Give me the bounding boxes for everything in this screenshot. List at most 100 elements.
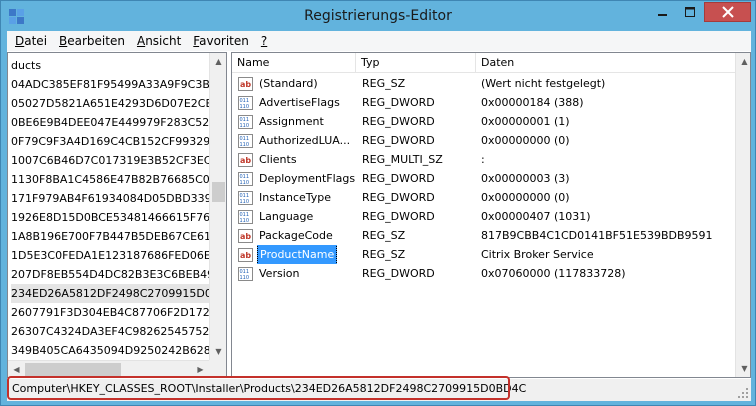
menu-item-bearbeiten[interactable]: Bearbeiten [59,34,125,48]
menu-item-datei[interactable]: Datei [15,34,47,48]
client-area: Datei Bearbeiten Ansicht Favoriten? ducts 04… [7,31,751,401]
minimize-button[interactable] [649,2,676,22]
column-header-type[interactable]: Typ [356,53,476,73]
tree-item[interactable]: 207DF8EB554D4DC82B3E3C6BEB49DF [11,265,209,284]
tree-item[interactable]: 171F979AB4F61934084D05DBD3399A [11,189,209,208]
value-name-cell[interactable]: ab ProductName [238,245,356,264]
binary-value-icon: 011 110 [238,171,253,186]
value-name-cell[interactable]: ab (Standard) [238,74,356,93]
menu-item-help[interactable]: ? [261,34,267,48]
scroll-down-icon[interactable]: ▼ [210,343,226,360]
tree-hscroll-thumb[interactable] [25,363,121,376]
list-scroll-down-icon[interactable]: ▼ [736,360,750,377]
svg-text:110: 110 [240,218,250,224]
tree-item[interactable]: 2607791F3D304EB4C87706F2D172FD7 [11,303,209,322]
value-type: REG_DWORD [362,172,435,185]
tree-vertical-scrollbar[interactable]: ▲ ▼ [209,53,226,360]
value-type: REG_SZ [362,77,406,90]
value-name-cell[interactable]: 011 110 AuthorizedLUA... [238,131,356,150]
values-list: ab (Standard) REG_SZ (Wert nicht festgelegt… [232,74,735,283]
value-row[interactable]: ab (Standard) REG_SZ (Wert nicht festgelegt… [232,74,735,93]
binary-value-icon: 011 110 [238,209,253,224]
path-highlight-box [7,376,510,400]
value-name: Version [259,267,300,280]
value-row[interactable]: ab Clients REG_MULTI_SZ: [232,150,735,169]
value-data: Citrix Broker Service [481,248,594,261]
tree-item[interactable]: 234ED26A5812DF2498C2709915D0BD [11,284,209,303]
value-data: 0x07060000 (117833728) [481,267,626,280]
value-type: REG_MULTI_SZ [362,153,443,166]
tree-item[interactable]: 1D5E3C0FEDA1E123187686FED06E995 [11,246,209,265]
list-vertical-scrollbar[interactable]: ▲ ▼ [735,53,750,377]
value-name-cell[interactable]: 011 110 InstanceType [238,188,356,207]
minimize-icon [657,14,667,16]
column-header-data[interactable]: Daten [476,53,735,73]
svg-text:110: 110 [240,199,250,205]
value-name-cell[interactable]: 011 110 Assignment [238,112,356,131]
value-type: REG_DWORD [362,267,435,280]
value-row[interactable]: 011 110 AuthorizedLUA... REG_DWORD 0x0000000… [232,131,735,150]
value-data: 0x00000003 (3) [481,172,570,185]
tree-item[interactable]: 0BE6E9B4DEE047E449979F283C52F41 [11,113,209,132]
value-data: : [481,153,485,166]
value-data: (Wert nicht festgelegt) [481,77,606,90]
value-row[interactable]: 011 110 DeploymentFlags REG_DWORD 0x00000003… [232,169,735,188]
tree-vscroll-thumb[interactable] [212,182,225,202]
menu-item-favoriten[interactable]: Favoriten [193,34,249,48]
value-data: 0x00000000 (0) [481,191,570,204]
string-value-icon: ab [238,228,253,243]
tree-item[interactable]: 1007C6B46D7C017319E3B52CF3EC19 [11,151,209,170]
status-bar: Computer\HKEY_CLASSES_ROOT\Installer\Pro… [7,376,751,401]
tree-item[interactable]: 26307C4324DA3EF4C98262545752AC [11,322,209,341]
svg-text:110: 110 [240,142,250,148]
tree-item[interactable]: 04ADC385EF81F95499A33A9F9C3B84 [11,75,209,94]
value-type: REG_DWORD [362,115,435,128]
value-name-cell[interactable]: 011 110 Language [238,207,356,226]
svg-text:110: 110 [240,180,250,186]
value-name-cell[interactable]: ab Clients [238,150,356,169]
value-row[interactable]: 011 110 Version REG_DWORD 0x07060000 (117833… [232,264,735,283]
tree-item[interactable]: 1926E8D15D0BCE53481466615F760A7 [11,208,209,227]
registry-editor-window: Registrierungs-Editor Datei Bearbeiten Ans… [0,0,756,406]
key-tree-pane[interactable]: ducts 04ADC385EF81F95499A33A9F9C3B84 05027… [7,52,227,378]
value-name-cell[interactable]: 011 110 AdvertiseFlags [238,93,356,112]
tree-item[interactable]: 1130F8BA1C4586E47B82B76685C0B15 [11,170,209,189]
title-bar[interactable]: Registrierungs-Editor [1,1,755,31]
value-name: (Standard) [259,77,318,90]
value-name-cell[interactable]: 011 110 DeploymentFlags [238,169,356,188]
value-data: 0x00000184 (388) [481,96,584,109]
value-name-cell[interactable]: 011 110 Version [238,264,356,283]
binary-value-icon: 011 110 [238,266,253,281]
binary-value-icon: 011 110 [238,133,253,148]
tree-item[interactable]: 0F79C9F3A4D169C4CB152CF993295F [11,132,209,151]
binary-value-icon: 011 110 [238,190,253,205]
scroll-up-icon[interactable]: ▲ [210,53,226,70]
value-name: AuthorizedLUA... [259,134,351,147]
tree-item[interactable]: 349B405CA6435094D9250242B628806 [11,341,209,360]
value-name-cell[interactable]: ab PackageCode [238,226,356,245]
column-header-name[interactable]: Name [232,53,356,73]
tree-item[interactable]: 05027D5821A651E4293D6D07E2CE7B4 [11,94,209,113]
value-row[interactable]: 011 110 Language REG_DWORD 0x00000407 (1031) [232,207,735,226]
value-row[interactable]: 011 110 AdvertiseFlags REG_DWORD 0x00000184 … [232,93,735,112]
resize-grip-icon[interactable] [737,387,749,399]
maximize-button[interactable] [676,2,703,22]
string-value-icon: ab [238,247,253,262]
value-row[interactable]: 011 110 InstanceType REG_DWORD 0x00000000 (0… [232,188,735,207]
list-scroll-up-icon[interactable]: ▲ [736,53,750,70]
value-name: InstanceType [259,191,332,204]
close-button[interactable] [704,2,751,22]
values-list-pane[interactable]: Name Typ Daten ab (Standard) REG_SZ (Wert n… [231,52,751,378]
value-row[interactable]: 011 110 Assignment REG_DWORD 0x00000001 (1) [232,112,735,131]
menu-item-ansicht[interactable]: Ansicht [137,34,181,48]
tree-item[interactable]: ducts [11,56,209,75]
value-row[interactable]: ab PackageCode REG_SZ 817B9CBB4C1CD0141BF51… [232,226,735,245]
tree-horizontal-scrollbar[interactable]: ◀ ▶ [8,360,209,377]
svg-text:ab: ab [240,251,251,260]
tree-item[interactable]: 1A8B196E700F7B447B5DEB67CE6152E [11,227,209,246]
value-type: REG_SZ [362,229,406,242]
svg-text:ab: ab [240,232,251,241]
value-row[interactable]: ab ProductName REG_SZ Citrix Broker Service [232,245,735,264]
value-name: Clients [259,153,297,166]
value-name: Language [259,210,314,223]
